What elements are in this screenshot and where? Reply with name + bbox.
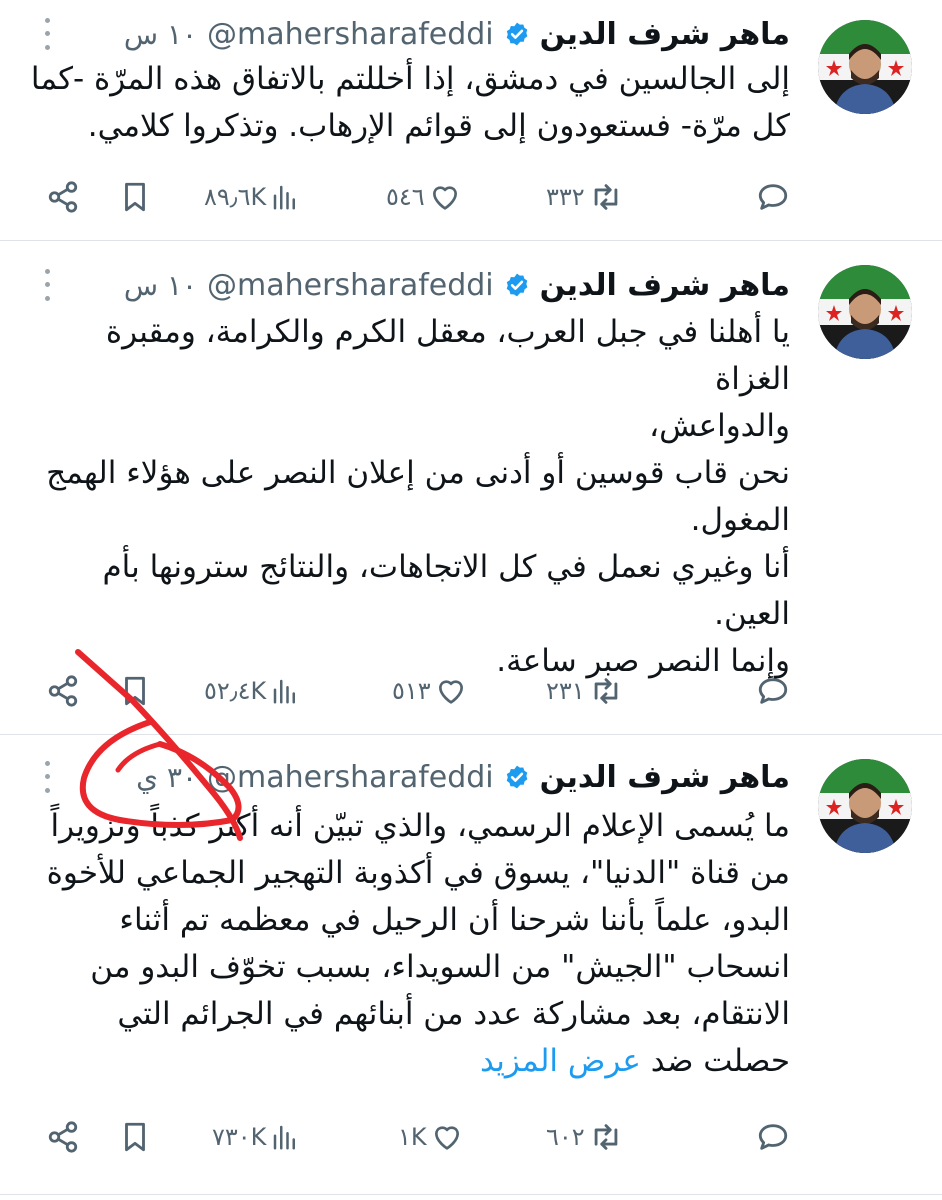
bookmark-button[interactable]	[118, 1112, 152, 1162]
handle[interactable]: @mahersharafeddi	[207, 17, 494, 52]
bookmark-icon	[125, 182, 145, 212]
tweet-header: ماهر شرف الدين @mahersharafeddi ١٠ س	[124, 263, 790, 307]
show-more-link[interactable]: عرض المزيد	[480, 1043, 641, 1079]
avatar[interactable]	[818, 265, 912, 359]
share-button[interactable]	[46, 666, 80, 716]
timestamp[interactable]: ٣٠ ي	[136, 761, 197, 794]
views-count: ٥٢٫٤K	[204, 677, 267, 705]
reply-icon	[758, 184, 788, 210]
likes-count: ١K	[398, 1123, 427, 1151]
likes-count: ٥١٣	[392, 677, 431, 705]
timestamp[interactable]: ١٠ س	[124, 18, 197, 51]
likes-count: ٥٤٦	[386, 183, 425, 211]
views-count: ٨٩٫٦K	[204, 183, 267, 211]
tweet-text: إلى الجالسين في دمشق، إذا أخللتم بالاتفا…	[30, 56, 790, 150]
retweet-icon	[594, 184, 618, 210]
retweet-icon	[594, 678, 618, 704]
retweet-icon	[594, 1124, 618, 1150]
tweet[interactable]: ماهر شرف الدين @mahersharafeddi ١٠ س يا …	[0, 241, 942, 733]
tweet-text: يا أهلنا في جبل العرب، معقل الكرم والكرا…	[30, 309, 790, 685]
reply-icon	[758, 1124, 788, 1150]
bookmark-icon	[125, 1122, 145, 1152]
share-icon	[48, 181, 78, 213]
handle[interactable]: @mahersharafeddi	[207, 760, 494, 795]
like-icon	[432, 186, 457, 210]
share-button[interactable]	[46, 1112, 80, 1162]
reply-icon	[758, 678, 788, 704]
reply-button[interactable]	[752, 172, 790, 222]
reply-button[interactable]	[752, 1112, 790, 1162]
views-count: ٧٣٠K	[212, 1123, 267, 1151]
like-button[interactable]: ٥١٣	[392, 666, 467, 716]
like-button[interactable]: ٥٤٦	[386, 172, 461, 222]
retweets-count: ٢٣١	[546, 677, 585, 705]
retweet-button[interactable]: ٦٠٢	[546, 1112, 623, 1162]
tweet-header: ماهر شرف الدين @mahersharafeddi ١٠ س	[124, 12, 790, 56]
like-icon	[434, 1126, 459, 1150]
tweet-actions: ٥٢٫٤K ٥١٣ ٢٣١	[0, 666, 942, 716]
views-icon	[273, 679, 296, 704]
more-icon[interactable]	[38, 14, 56, 54]
share-icon	[48, 675, 78, 707]
views-button[interactable]: ٥٢٫٤K	[204, 666, 300, 716]
display-name[interactable]: ماهر شرف الدين	[540, 760, 790, 795]
views-icon	[274, 1125, 296, 1150]
tweet-text-content: يا أهلنا في جبل العرب، معقل الكرم والكرا…	[46, 314, 790, 679]
verified-icon	[506, 273, 528, 297]
tweet[interactable]: ماهر شرف الدين @mahersharafeddi ٣٠ ي ما …	[0, 735, 942, 1190]
views-button[interactable]: ٧٣٠K	[212, 1112, 300, 1162]
verified-icon	[506, 22, 528, 46]
like-icon	[438, 680, 463, 704]
avatar[interactable]	[818, 20, 912, 114]
views-icon	[273, 185, 296, 210]
handle[interactable]: @mahersharafeddi	[207, 268, 494, 303]
tweet-actions: ٧٣٠K ١K ٦٠٢	[0, 1112, 942, 1162]
verified-icon	[506, 765, 528, 789]
views-button[interactable]: ٨٩٫٦K	[204, 172, 300, 222]
share-icon	[48, 1121, 78, 1153]
timestamp[interactable]: ١٠ س	[124, 269, 197, 302]
more-icon[interactable]	[38, 757, 56, 797]
retweets-count: ٦٠٢	[546, 1123, 585, 1151]
display-name[interactable]: ماهر شرف الدين	[540, 268, 790, 303]
reply-button[interactable]	[752, 666, 790, 716]
tweet-header: ماهر شرف الدين @mahersharafeddi ٣٠ ي	[136, 755, 790, 799]
retweet-button[interactable]: ٢٣١	[546, 666, 623, 716]
like-button[interactable]: ١K	[398, 1112, 463, 1162]
tweet-text-content: إلى الجالسين في دمشق، إذا أخللتم بالاتفا…	[30, 61, 790, 144]
retweet-button[interactable]: ٣٣٢	[546, 172, 623, 222]
more-icon[interactable]	[38, 265, 56, 305]
tweet[interactable]: ماهر شرف الدين @mahersharafeddi ١٠ س إلى…	[0, 0, 942, 240]
share-button[interactable]	[46, 172, 80, 222]
bookmark-button[interactable]	[118, 172, 152, 222]
bookmark-icon	[125, 676, 145, 706]
display-name[interactable]: ماهر شرف الدين	[540, 17, 790, 52]
bookmark-button[interactable]	[118, 666, 152, 716]
tweet-text: ما يُسمى الإعلام الرسمي، والذي تبيّن أنه…	[30, 803, 790, 1085]
retweets-count: ٣٣٢	[546, 183, 585, 211]
timeline: ماهر شرف الدين @mahersharafeddi ١٠ س إلى…	[0, 0, 942, 1200]
avatar[interactable]	[818, 759, 912, 853]
tweet-text-content: ما يُسمى الإعلام الرسمي، والذي تبيّن أنه…	[46, 808, 790, 1079]
tweet-actions: ٨٩٫٦K ٥٤٦ ٣٣٢	[0, 172, 942, 222]
divider	[0, 1194, 942, 1195]
